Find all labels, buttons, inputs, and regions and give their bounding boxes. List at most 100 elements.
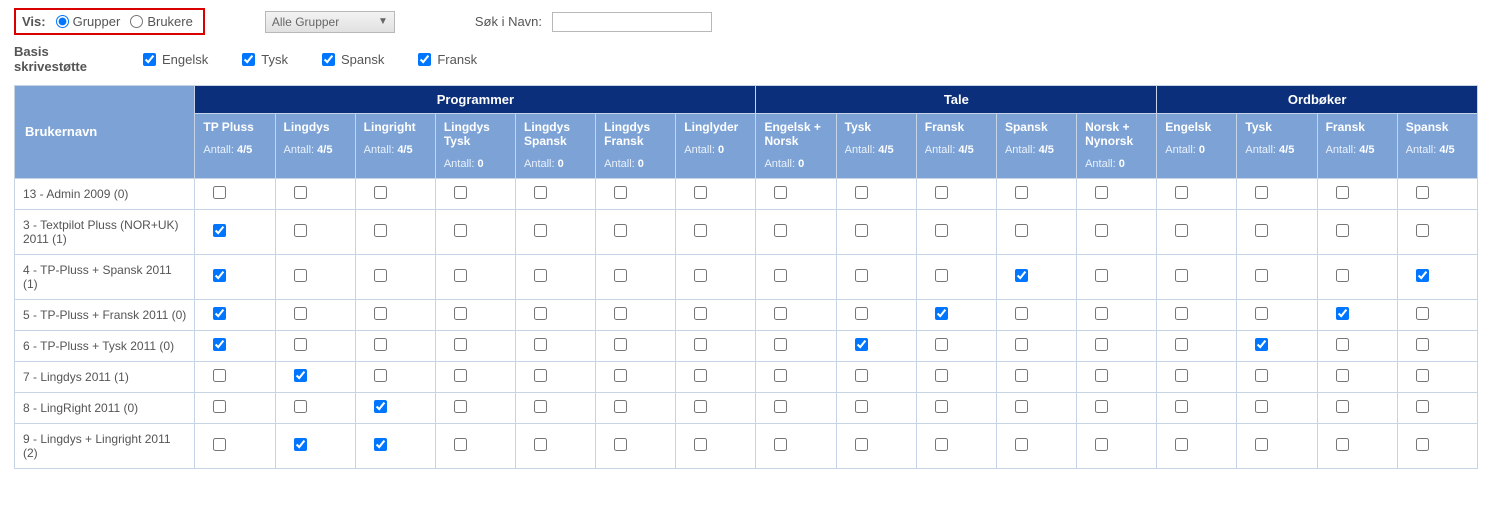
checkbox-ob_tysk[interactable] <box>1255 400 1268 413</box>
checkbox-linglyder[interactable] <box>694 438 707 451</box>
checkbox-engelsk_norsk[interactable] <box>774 224 787 237</box>
checkbox-fransk[interactable] <box>935 224 948 237</box>
checkbox-ob_spansk[interactable] <box>1416 400 1429 413</box>
checkbox-lingright[interactable] <box>374 400 387 413</box>
basis-engelsk[interactable]: Engelsk <box>143 52 208 67</box>
checkbox-ob_fransk[interactable] <box>1336 338 1349 351</box>
checkbox-tp_pluss[interactable] <box>213 338 226 351</box>
checkbox-norsk_nynorsk[interactable] <box>1095 338 1108 351</box>
checkbox-fransk[interactable] <box>935 307 948 320</box>
checkbox-ob_spansk[interactable] <box>1416 307 1429 320</box>
checkbox-lingdys[interactable] <box>294 186 307 199</box>
checkbox-lingright[interactable] <box>374 338 387 351</box>
checkbox-ob_engelsk[interactable] <box>1175 338 1188 351</box>
checkbox-fransk[interactable] <box>935 369 948 382</box>
checkbox-ob_spansk[interactable] <box>1416 438 1429 451</box>
checkbox-lingdys_tysk[interactable] <box>454 338 467 351</box>
checkbox-lingright[interactable] <box>374 224 387 237</box>
checkbox-lingdys_tysk[interactable] <box>454 369 467 382</box>
basis-engelsk-checkbox[interactable] <box>143 53 156 66</box>
checkbox-lingdys_tysk[interactable] <box>454 186 467 199</box>
checkbox-linglyder[interactable] <box>694 307 707 320</box>
checkbox-lingdys_spansk[interactable] <box>534 438 547 451</box>
checkbox-ob_spansk[interactable] <box>1416 338 1429 351</box>
checkbox-tp_pluss[interactable] <box>213 400 226 413</box>
checkbox-lingdys_tysk[interactable] <box>454 307 467 320</box>
checkbox-ob_engelsk[interactable] <box>1175 438 1188 451</box>
checkbox-fransk[interactable] <box>935 438 948 451</box>
checkbox-lingdys[interactable] <box>294 224 307 237</box>
checkbox-linglyder[interactable] <box>694 400 707 413</box>
checkbox-lingdys[interactable] <box>294 269 307 282</box>
checkbox-ob_spansk[interactable] <box>1416 224 1429 237</box>
checkbox-tp_pluss[interactable] <box>213 438 226 451</box>
checkbox-ob_tysk[interactable] <box>1255 307 1268 320</box>
checkbox-lingdys[interactable] <box>294 400 307 413</box>
checkbox-fransk[interactable] <box>935 269 948 282</box>
checkbox-lingdys_fransk[interactable] <box>614 438 627 451</box>
checkbox-linglyder[interactable] <box>694 369 707 382</box>
checkbox-spansk[interactable] <box>1015 224 1028 237</box>
checkbox-linglyder[interactable] <box>694 338 707 351</box>
checkbox-lingdys_spansk[interactable] <box>534 369 547 382</box>
checkbox-tp_pluss[interactable] <box>213 307 226 320</box>
checkbox-lingdys_spansk[interactable] <box>534 307 547 320</box>
checkbox-tysk[interactable] <box>855 307 868 320</box>
checkbox-spansk[interactable] <box>1015 186 1028 199</box>
checkbox-tp_pluss[interactable] <box>213 224 226 237</box>
checkbox-lingdys_fransk[interactable] <box>614 369 627 382</box>
checkbox-lingdys[interactable] <box>294 369 307 382</box>
checkbox-ob_tysk[interactable] <box>1255 369 1268 382</box>
checkbox-lingdys_tysk[interactable] <box>454 224 467 237</box>
checkbox-engelsk_norsk[interactable] <box>774 307 787 320</box>
checkbox-norsk_nynorsk[interactable] <box>1095 369 1108 382</box>
checkbox-fransk[interactable] <box>935 400 948 413</box>
checkbox-ob_fransk[interactable] <box>1336 224 1349 237</box>
checkbox-norsk_nynorsk[interactable] <box>1095 307 1108 320</box>
checkbox-lingdys_spansk[interactable] <box>534 224 547 237</box>
checkbox-tysk[interactable] <box>855 369 868 382</box>
checkbox-tysk[interactable] <box>855 438 868 451</box>
checkbox-ob_tysk[interactable] <box>1255 438 1268 451</box>
checkbox-lingdys_tysk[interactable] <box>454 269 467 282</box>
checkbox-ob_engelsk[interactable] <box>1175 186 1188 199</box>
checkbox-engelsk_norsk[interactable] <box>774 400 787 413</box>
checkbox-lingdys_spansk[interactable] <box>534 186 547 199</box>
checkbox-lingdys_tysk[interactable] <box>454 400 467 413</box>
checkbox-fransk[interactable] <box>935 186 948 199</box>
checkbox-lingdys_spansk[interactable] <box>534 338 547 351</box>
checkbox-engelsk_norsk[interactable] <box>774 338 787 351</box>
checkbox-engelsk_norsk[interactable] <box>774 438 787 451</box>
checkbox-tp_pluss[interactable] <box>213 369 226 382</box>
checkbox-norsk_nynorsk[interactable] <box>1095 400 1108 413</box>
checkbox-lingdys_spansk[interactable] <box>534 400 547 413</box>
checkbox-tp_pluss[interactable] <box>213 186 226 199</box>
checkbox-tp_pluss[interactable] <box>213 269 226 282</box>
checkbox-linglyder[interactable] <box>694 186 707 199</box>
checkbox-lingright[interactable] <box>374 438 387 451</box>
checkbox-ob_engelsk[interactable] <box>1175 269 1188 282</box>
checkbox-lingdys_fransk[interactable] <box>614 186 627 199</box>
checkbox-tysk[interactable] <box>855 186 868 199</box>
basis-tysk-checkbox[interactable] <box>242 53 255 66</box>
checkbox-tysk[interactable] <box>855 338 868 351</box>
checkbox-spansk[interactable] <box>1015 269 1028 282</box>
checkbox-lingdys_fransk[interactable] <box>614 269 627 282</box>
checkbox-lingdys_fransk[interactable] <box>614 307 627 320</box>
checkbox-spansk[interactable] <box>1015 369 1028 382</box>
basis-spansk[interactable]: Spansk <box>322 52 384 67</box>
checkbox-ob_tysk[interactable] <box>1255 269 1268 282</box>
group-select[interactable]: Alle Grupper ▼ <box>265 11 395 33</box>
checkbox-spansk[interactable] <box>1015 307 1028 320</box>
checkbox-engelsk_norsk[interactable] <box>774 186 787 199</box>
checkbox-lingdys_fransk[interactable] <box>614 224 627 237</box>
checkbox-ob_spansk[interactable] <box>1416 369 1429 382</box>
checkbox-lingdys[interactable] <box>294 338 307 351</box>
checkbox-norsk_nynorsk[interactable] <box>1095 269 1108 282</box>
radio-grupper-input[interactable] <box>56 15 69 28</box>
checkbox-ob_fransk[interactable] <box>1336 438 1349 451</box>
basis-fransk[interactable]: Fransk <box>418 52 477 67</box>
basis-spansk-checkbox[interactable] <box>322 53 335 66</box>
search-input[interactable] <box>552 12 712 32</box>
checkbox-tysk[interactable] <box>855 269 868 282</box>
